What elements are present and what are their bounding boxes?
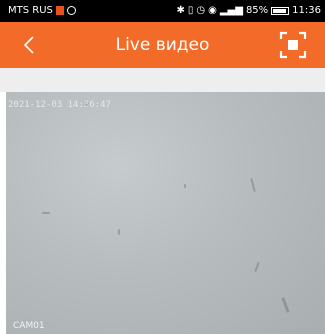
- alarm-icon: ◷: [196, 4, 206, 16]
- back-arrow-icon[interactable]: [20, 34, 40, 56]
- vibrate-icon: ▯: [187, 4, 194, 16]
- data-saver-icon: ◉: [208, 4, 217, 16]
- page-title: Live видео: [115, 35, 210, 55]
- clock: 11:36: [292, 5, 321, 16]
- carrier-name: MTS RUS: [8, 5, 53, 16]
- fullscreen-icon[interactable]: [279, 31, 307, 59]
- live-video-view[interactable]: 2021-12-03 14:36:47 CAM01: [6, 92, 325, 334]
- sync-icon: [66, 6, 76, 15]
- signal-icon: ▂▄▆: [219, 4, 243, 16]
- status-bar: MTS RUS ✱ ▯ ◷ ◉ ▂▄▆ 85% 11:36: [0, 0, 325, 22]
- camera-label: CAM01: [13, 321, 45, 331]
- battery-icon: [271, 6, 290, 15]
- sim-icon: [55, 6, 64, 15]
- bluetooth-icon: ✱: [176, 4, 185, 16]
- battery-percent: 85%: [245, 5, 269, 16]
- video-timestamp: 2021-12-03 14:36:47: [8, 100, 111, 110]
- toolbar-strip: [0, 68, 325, 92]
- app-bar: Live видео: [0, 22, 325, 68]
